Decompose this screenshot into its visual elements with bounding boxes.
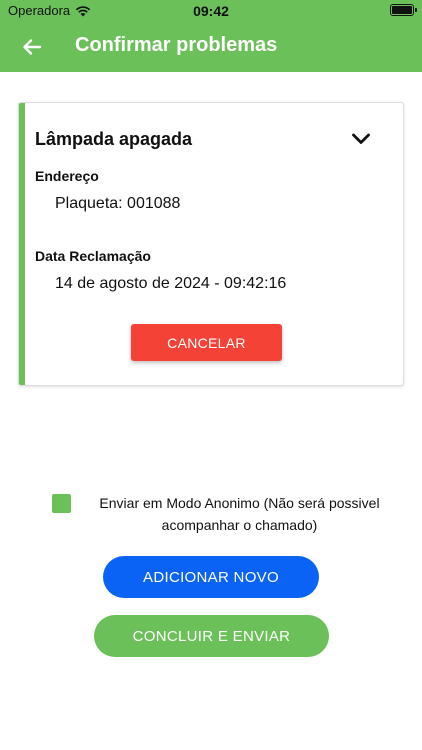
problem-title: Lâmpada apagada	[35, 129, 193, 149]
submit-button[interactable]: CONCLUIR E ENVIAR	[94, 615, 329, 657]
status-time: 09:42	[193, 3, 229, 19]
back-button[interactable]	[18, 33, 46, 61]
card-accent-bar	[19, 103, 25, 385]
app-bar: Confirmar problemas	[0, 22, 422, 72]
battery-icon	[390, 4, 417, 16]
add-new-button[interactable]: ADICIONAR NOVO	[103, 556, 319, 598]
address-value: Plaqueta: 001088	[55, 195, 181, 212]
address-label: Endereço	[35, 168, 99, 184]
anonymous-label: Enviar em Modo Anonimo (Não será possive…	[99, 495, 380, 533]
anonymous-checkbox[interactable]	[52, 494, 71, 513]
date-value: 14 de agosto de 2024 - 09:42:16	[55, 275, 287, 292]
date-label: Data Reclamação	[35, 248, 151, 264]
chevron-down-icon[interactable]	[349, 127, 373, 151]
status-bar: Operadora 09:42	[0, 0, 422, 22]
problem-card: Lâmpada apagada Endereço Plaqueta: 00108…	[18, 102, 404, 386]
cancel-button[interactable]: CANCELAR	[131, 324, 282, 361]
page-title: Confirmar problemas	[75, 34, 278, 56]
arrow-left-icon	[23, 39, 42, 55]
